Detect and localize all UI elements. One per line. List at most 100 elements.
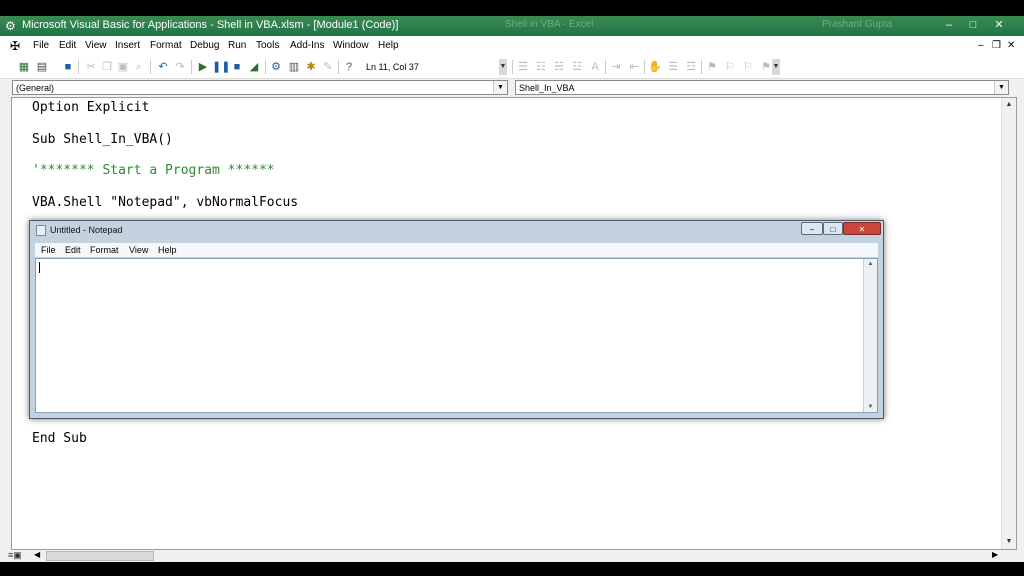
indent-icon[interactable]: ⇥ (608, 59, 624, 75)
minimize-button[interactable]: – (938, 17, 960, 33)
maximize-button[interactable]: □ (962, 17, 984, 33)
break-icon[interactable]: ❚❚ (212, 59, 230, 75)
menu-insert[interactable]: Insert (115, 40, 140, 51)
notepad-title: Untitled - Notepad (50, 225, 123, 235)
scroll-left-icon[interactable]: ◀ (34, 550, 40, 559)
previous-bookmark-icon[interactable]: ⚐ (740, 59, 756, 75)
code-horizontal-scrollbar[interactable]: ≡▣ ◀ ▶ (0, 550, 1024, 562)
menu-window[interactable]: Window (333, 40, 369, 51)
notepad-close-button[interactable]: ✕ (843, 222, 881, 235)
mdi-close-button[interactable]: ✕ (1007, 40, 1015, 51)
next-bookmark-icon[interactable]: ⚐ (722, 59, 738, 75)
standard-toolbar: ▦ ▤ ■ ✂ ❐ ▣ ⌕ ↶ ↷ ▶ ❚❚ ■ ◢ ⚙ ▥ ✱ ✎ ? Ln … (0, 56, 1024, 79)
outdent-icon[interactable]: ⇤ (626, 59, 642, 75)
uncomment-block-icon[interactable]: ☲ (683, 59, 699, 75)
notepad-menu-view[interactable]: View (129, 245, 148, 255)
reset-icon[interactable]: ■ (229, 59, 245, 75)
undo-icon[interactable]: ↶ (155, 59, 171, 75)
scroll-thumb[interactable] (46, 551, 154, 561)
notepad-minimize-button[interactable]: – (801, 222, 823, 235)
menu-file[interactable]: File (33, 40, 49, 51)
mdi-restore-button[interactable]: ❐ (992, 40, 1001, 51)
object-combo[interactable]: (General) ▼ (12, 80, 508, 95)
mdi-minimize-button[interactable]: – (978, 40, 984, 51)
code-line[interactable]: Sub Shell_In_VBA() (32, 132, 173, 147)
quick-info-icon[interactable]: ☵ (551, 59, 567, 75)
toolbox-icon[interactable]: ✎ (320, 59, 336, 75)
menu-tools[interactable]: Tools (256, 40, 279, 51)
procedure-combo[interactable]: Shell_In_VBA ▼ (515, 80, 1009, 95)
menu-debug[interactable]: Debug (190, 40, 219, 51)
parameter-info-icon[interactable]: ☳ (569, 59, 585, 75)
chevron-down-icon[interactable]: ▼ (994, 81, 1008, 94)
menu-add-ins[interactable]: Add-Ins (290, 40, 324, 51)
comment-block-icon[interactable]: ☰ (665, 59, 681, 75)
scroll-down-icon[interactable]: ▼ (1002, 535, 1016, 549)
toolbar-options-dropdown[interactable]: ▼ (499, 59, 507, 75)
toolbar-separator (644, 60, 645, 74)
menu-format[interactable]: Format (150, 40, 182, 51)
chevron-down-icon[interactable]: ▼ (493, 81, 507, 94)
cut-icon[interactable]: ✂ (83, 59, 99, 75)
scroll-down-icon[interactable]: ▼ (864, 404, 877, 410)
object-combo-value: (General) (16, 83, 55, 93)
run-icon[interactable]: ▶ (195, 59, 211, 75)
toolbar-separator (78, 60, 79, 74)
toggle-bookmark-icon[interactable]: ⚑ (704, 59, 720, 75)
notepad-menu-help[interactable]: Help (158, 245, 177, 255)
properties-icon[interactable]: ▥ (286, 59, 302, 75)
list-properties-icon[interactable]: ☰ (515, 59, 531, 75)
insert-module-icon[interactable]: ▤ (34, 59, 50, 75)
menu-run[interactable]: Run (228, 40, 246, 51)
scroll-up-icon[interactable]: ▲ (1002, 98, 1016, 112)
design-mode-icon[interactable]: ◢ (246, 59, 262, 75)
toolbar-separator (150, 60, 151, 74)
vba-icon[interactable]: ⚙ (5, 19, 19, 33)
text-caret (39, 262, 40, 273)
vba-icon: ✠ (10, 39, 21, 53)
project-explorer-icon[interactable]: ⚙ (268, 59, 284, 75)
excel-icon[interactable]: ▦ (16, 59, 32, 75)
code-combos: (General) ▼ Shell_In_VBA ▼ (0, 79, 1024, 97)
paste-icon[interactable]: ▣ (115, 59, 131, 75)
code-line-comment[interactable]: '******* Start a Program ****** (32, 163, 275, 178)
view-toggle-icon[interactable]: ≡▣ (8, 550, 22, 561)
list-constants-icon[interactable]: ☷ (533, 59, 549, 75)
title-bar: ⚙ Microsoft Visual Basic for Application… (0, 16, 1024, 36)
copy-icon[interactable]: ❐ (99, 59, 115, 75)
code-line[interactable]: Option Explicit (32, 100, 149, 115)
object-browser-icon[interactable]: ✱ (303, 59, 319, 75)
find-icon[interactable]: ⌕ (131, 59, 147, 75)
menu-bar: ✠ File Edit View Insert Format Debug Run… (0, 36, 1024, 56)
help-icon[interactable]: ? (341, 59, 357, 75)
toolbar-separator (512, 60, 513, 74)
window-title: Microsoft Visual Basic for Applications … (22, 19, 399, 31)
menu-help[interactable]: Help (378, 40, 399, 51)
toolbar-options-dropdown[interactable]: ▼ (772, 59, 780, 75)
procedure-combo-value: Shell_In_VBA (519, 83, 575, 93)
scroll-right-icon[interactable]: ▶ (992, 550, 998, 559)
toggle-breakpoint-icon[interactable]: ✋ (647, 59, 663, 75)
notepad-maximize-button[interactable]: □ (823, 222, 843, 235)
cursor-position: Ln 11, Col 37 (366, 62, 419, 72)
scroll-up-icon[interactable]: ▲ (864, 261, 877, 267)
code-vertical-scrollbar[interactable]: ▲ ▼ (1001, 98, 1016, 549)
save-icon[interactable]: ■ (60, 59, 76, 75)
redo-icon[interactable]: ↷ (172, 59, 188, 75)
menu-view[interactable]: View (85, 40, 107, 51)
notepad-text-area[interactable]: ▲ ▼ (35, 258, 878, 413)
toolbar-separator (191, 60, 192, 74)
code-line[interactable]: End Sub (32, 431, 87, 446)
close-button[interactable]: ✕ (988, 17, 1010, 33)
notepad-menu-edit[interactable]: Edit (65, 245, 81, 255)
code-line[interactable]: VBA.Shell "Notepad", vbNormalFocus (32, 195, 298, 210)
notepad-menu-file[interactable]: File (41, 245, 56, 255)
toolbar-separator (265, 60, 266, 74)
notepad-vertical-scrollbar[interactable]: ▲ ▼ (863, 259, 877, 412)
toolbar-separator (605, 60, 606, 74)
toolbar-separator (701, 60, 702, 74)
menu-edit[interactable]: Edit (59, 40, 76, 51)
notepad-menu-format[interactable]: Format (90, 245, 119, 255)
ghost-title-text: Shell in VBA - Excel (505, 19, 594, 30)
complete-word-icon[interactable]: A (587, 59, 603, 75)
